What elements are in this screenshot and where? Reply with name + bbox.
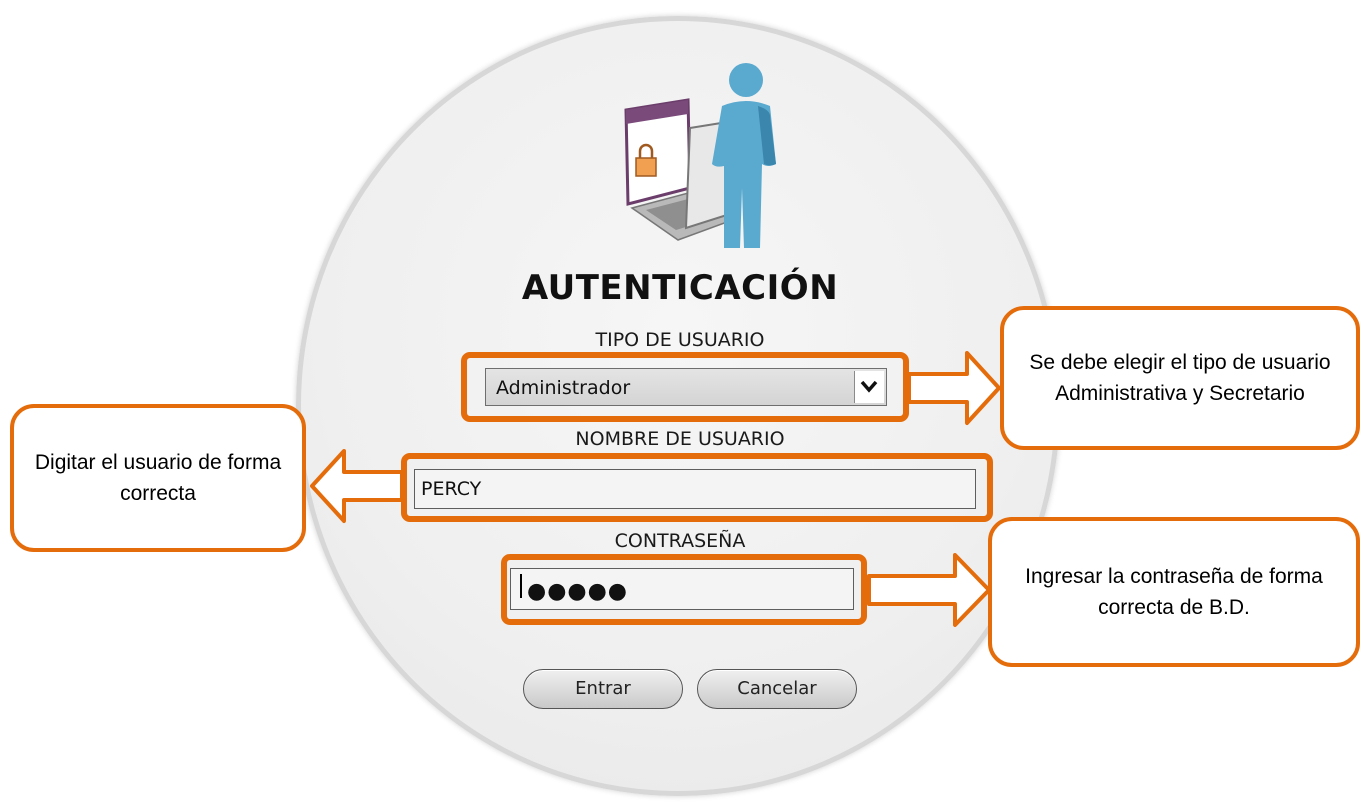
dialog-title: AUTENTICACIÓN bbox=[521, 268, 839, 308]
arrow-right-icon bbox=[867, 553, 991, 627]
arrow-right-icon bbox=[907, 351, 1001, 425]
password-highlight bbox=[501, 554, 867, 625]
enter-button[interactable]: Entrar bbox=[523, 669, 683, 709]
user-with-computer-lock-icon bbox=[624, 63, 776, 248]
password-label: CONTRASEÑA bbox=[614, 530, 746, 552]
user-type-callout: Se debe elegir el tipo de usuario Admini… bbox=[1000, 306, 1360, 450]
username-callout: Digitar el usuario de forma correcta bbox=[10, 404, 306, 552]
cancel-button[interactable]: Cancelar bbox=[697, 669, 857, 709]
username-label: NOMBRE DE USUARIO bbox=[575, 428, 785, 450]
username-highlight bbox=[401, 453, 993, 522]
user-type-label: TIPO DE USUARIO bbox=[595, 329, 765, 351]
password-callout: Ingresar la contraseña de forma correcta… bbox=[988, 517, 1360, 667]
arrow-left-icon bbox=[310, 449, 404, 523]
user-type-highlight bbox=[461, 352, 909, 422]
